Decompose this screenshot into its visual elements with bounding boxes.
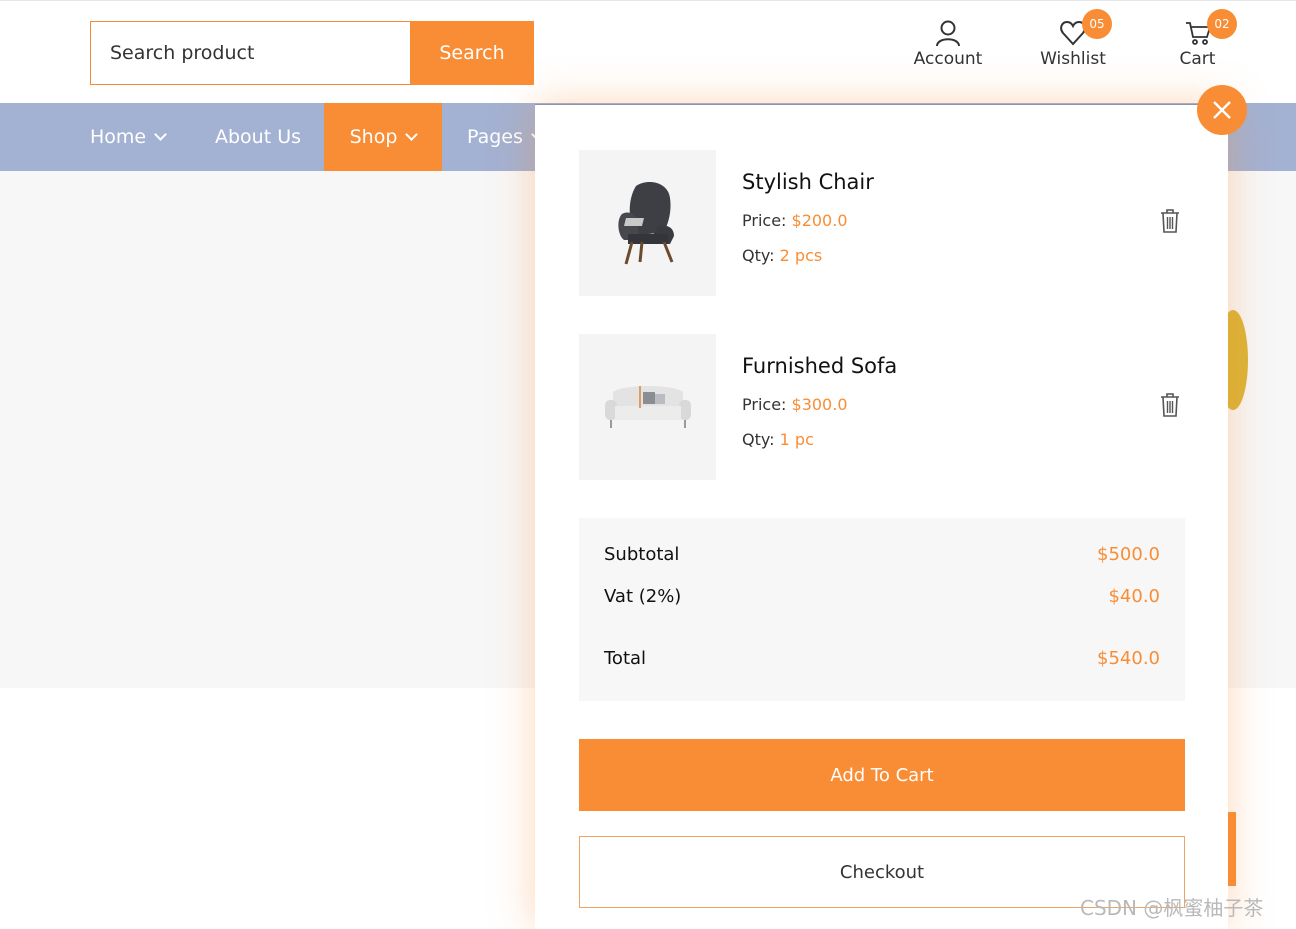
search-button[interactable]: Search	[410, 21, 534, 85]
sofa-icon	[604, 386, 691, 428]
product-qty: Qty: 1 pc	[742, 430, 814, 449]
cart-label: Cart	[1179, 49, 1216, 69]
nav-item-pages[interactable]: Pages	[467, 103, 544, 171]
cart-item: Furnished Sofa Price: $300.0 Qty: 1 pc	[579, 334, 1185, 480]
product-thumbnail[interactable]	[579, 334, 716, 480]
qty-value: 2 pcs	[779, 246, 823, 265]
product-name[interactable]: Furnished Sofa	[742, 354, 897, 378]
vat-value: $40.0	[1108, 586, 1160, 607]
product-thumbnail[interactable]	[579, 150, 716, 296]
account-link[interactable]: Account	[912, 19, 984, 69]
remove-item-button[interactable]	[1159, 208, 1181, 238]
qty-label: Qty:	[742, 430, 775, 449]
price-value: $300.0	[791, 395, 848, 414]
qty-value: 1 pc	[779, 430, 814, 449]
wishlist-label: Wishlist	[1040, 49, 1106, 69]
price-value: $200.0	[791, 211, 848, 230]
close-icon	[1213, 101, 1231, 119]
qty-label: Qty:	[742, 246, 775, 265]
product-price: Price: $300.0	[742, 395, 848, 414]
nav-item-label: Shop	[349, 126, 398, 148]
nav-item-label: Home	[90, 126, 147, 148]
product-qty: Qty: 2 pcs	[742, 246, 822, 265]
nav-item-about-us[interactable]: About Us	[215, 103, 301, 171]
add-to-cart-button[interactable]: Add To Cart	[579, 739, 1185, 811]
remove-item-button[interactable]	[1159, 392, 1181, 422]
nav-item-shop[interactable]: Shop	[324, 103, 442, 171]
trash-icon	[1161, 209, 1179, 233]
cart-panel: Stylish Chair Price: $200.0 Qty: 2 pcs F…	[535, 104, 1228, 929]
cart-count-badge: 02	[1207, 9, 1237, 39]
close-cart-button[interactable]	[1197, 85, 1247, 135]
product-name[interactable]: Stylish Chair	[742, 170, 874, 194]
nav-item-label: About Us	[215, 126, 302, 148]
product-price: Price: $200.0	[742, 211, 848, 230]
price-label: Price:	[742, 395, 787, 414]
armchair-icon	[617, 182, 674, 265]
watermark: CSDN @枫蜜柚子茶	[1080, 896, 1264, 920]
nav-item-label: Pages	[467, 126, 523, 148]
account-label: Account	[913, 49, 983, 69]
cart-totals: Subtotal $500.0 Vat (2%) $40.0 Total $54…	[579, 518, 1185, 701]
vat-label: Vat (2%)	[604, 586, 682, 607]
nav-item-home[interactable]: Home	[90, 103, 167, 171]
user-icon	[936, 20, 960, 47]
total-label: Total	[604, 648, 647, 669]
search-form: Search	[90, 21, 534, 85]
total-value: $540.0	[1097, 648, 1160, 669]
cart-item: Stylish Chair Price: $200.0 Qty: 2 pcs	[579, 150, 1185, 296]
trash-icon	[1161, 393, 1179, 417]
search-input[interactable]	[90, 21, 410, 85]
subtotal-label: Subtotal	[604, 544, 680, 565]
chevron-down-icon	[405, 128, 419, 141]
subtotal-value: $500.0	[1097, 544, 1160, 565]
chevron-down-icon	[154, 128, 167, 141]
site-header: Search Account Wishlist 05 Cart 02	[0, 0, 1296, 103]
wishlist-count-badge: 05	[1082, 9, 1112, 39]
price-label: Price:	[742, 211, 787, 230]
